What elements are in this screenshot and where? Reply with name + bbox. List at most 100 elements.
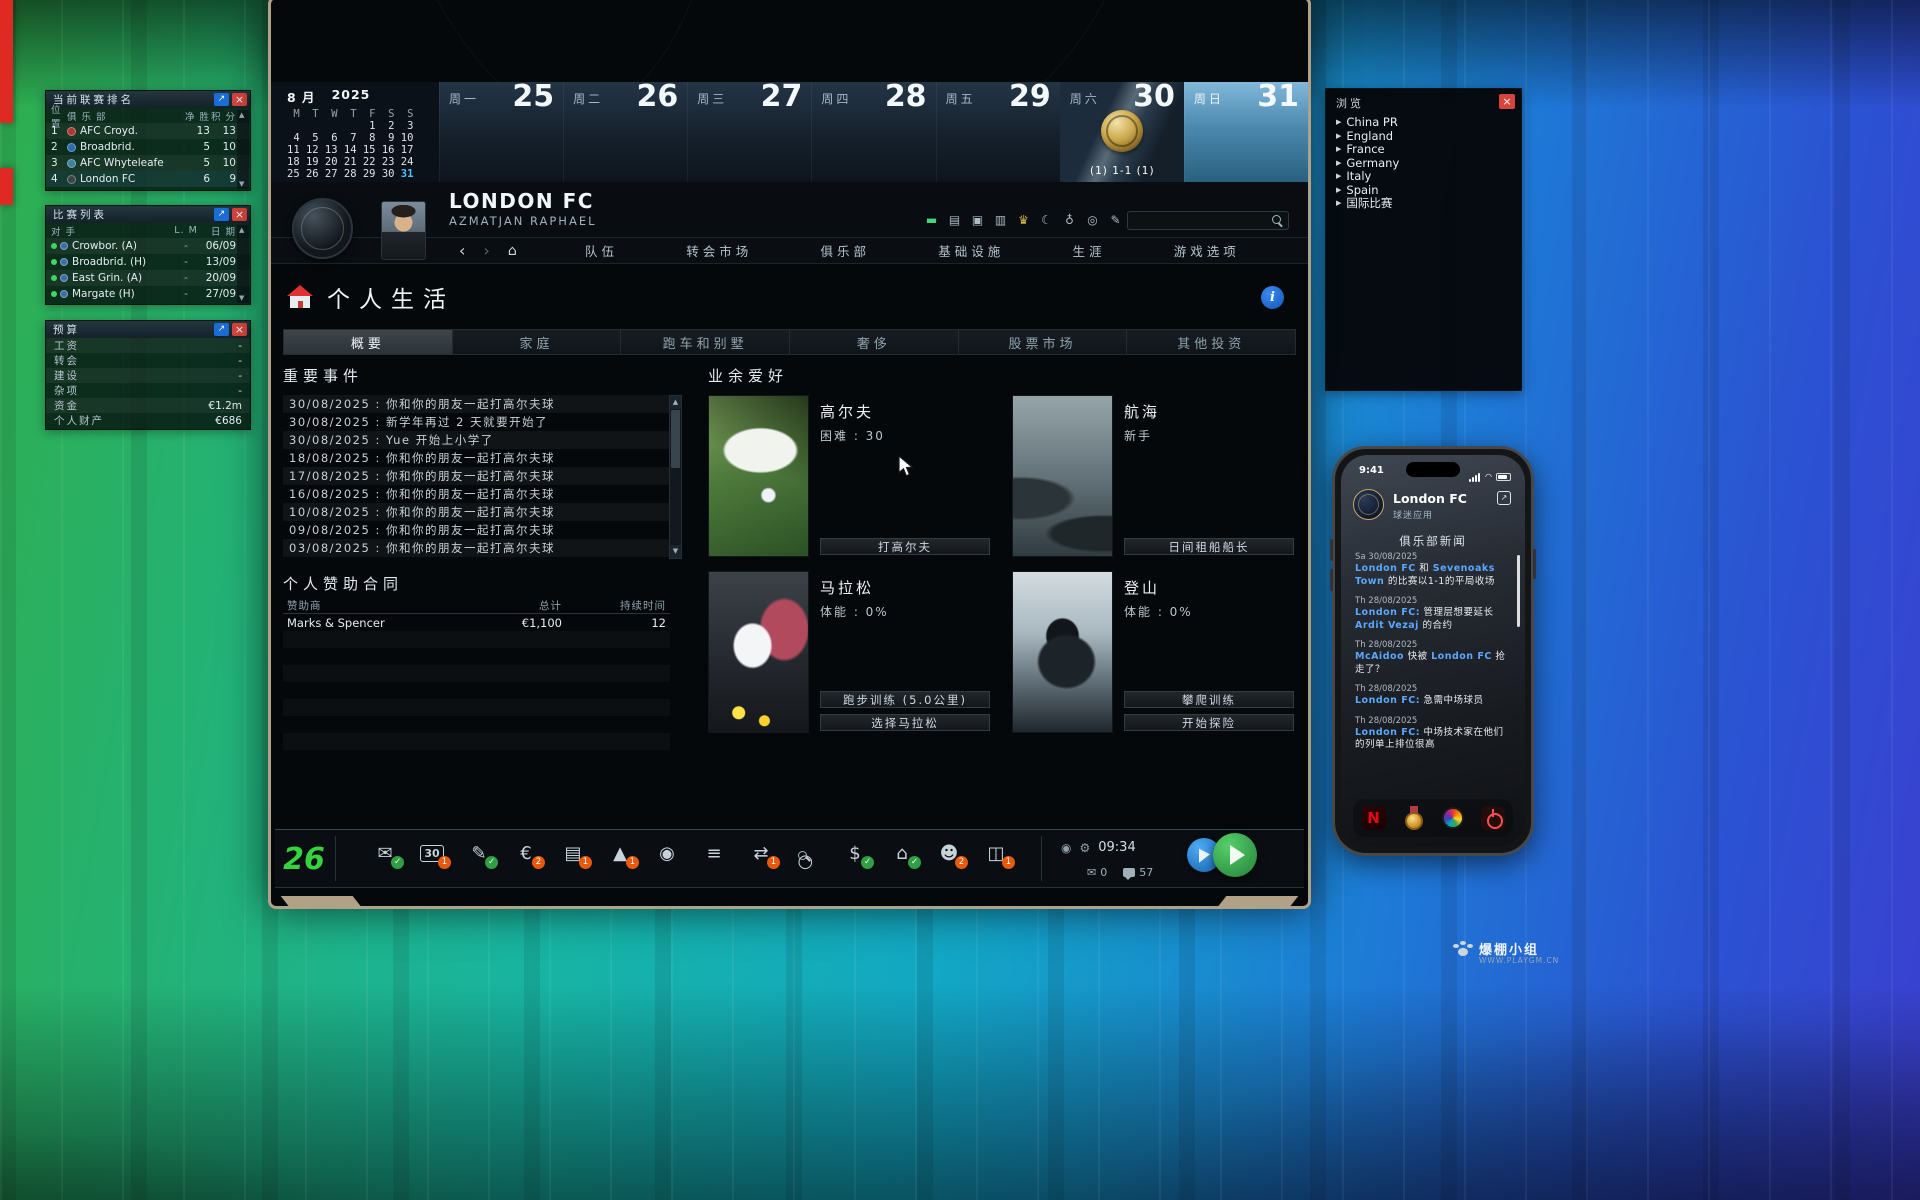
calendar-day-cell[interactable]: 周三 27	[687, 82, 811, 182]
finances-icon[interactable]: € 2	[512, 839, 540, 867]
lock-icon[interactable]: ◉	[1061, 841, 1071, 855]
trophy-icon[interactable]: ♛	[1015, 212, 1032, 229]
club-crest-icon[interactable]: ◉	[653, 839, 681, 867]
calendar-day-cell[interactable]: 周五 29	[936, 82, 1060, 182]
climb-training-button[interactable]: 攀爬训练	[1124, 691, 1294, 708]
calendar-week-row[interactable]: 11 12 13 14 15 16 17	[287, 144, 437, 156]
calendar-day-cell[interactable]: 周六 30 (1) 1-1 (1)	[1060, 82, 1184, 182]
news-icon[interactable]: ≡	[700, 839, 728, 867]
calendar-day-cell[interactable]: 周四 28	[811, 82, 935, 182]
event-row[interactable]: 30/08/2025 : 你和你的朋友一起打高尔夫球	[283, 395, 669, 413]
browse-item[interactable]: France	[1336, 143, 1513, 157]
calendar-day-cell[interactable]: 周日 31	[1184, 82, 1308, 182]
browse-item[interactable]: Italy	[1336, 170, 1513, 184]
popout-icon[interactable]	[214, 93, 229, 106]
news-item[interactable]: Sa 30/08/2025 London FC 和 Sevenoaks Town…	[1355, 552, 1507, 588]
world-icon[interactable]: ♁	[1061, 212, 1078, 229]
league-column-headers[interactable]: 位置 俱 乐 部 净 胜 积 分	[46, 108, 250, 123]
home-icon[interactable]: ⌂	[508, 244, 517, 258]
media-icon[interactable]: ▣	[969, 212, 986, 229]
event-row[interactable]: 09/08/2025 : 你和你的朋友一起打高尔夫球	[283, 521, 669, 539]
inbox-icon[interactable]: ✉ ✓	[371, 839, 399, 867]
info-button[interactable]: i	[1261, 286, 1284, 309]
close-icon[interactable]	[232, 208, 247, 221]
nav-item[interactable]: 队伍	[585, 241, 618, 260]
search-icon[interactable]	[1272, 215, 1283, 226]
transfers-icon[interactable]: ⇄ 1	[747, 839, 775, 867]
scroll-up-icon[interactable]: ▲	[670, 396, 681, 409]
nav-item[interactable]: 生涯	[1072, 241, 1105, 260]
stadium-icon[interactable]: ⌂ ✓	[888, 839, 916, 867]
forward-icon[interactable]: ›	[483, 243, 489, 259]
browse-item[interactable]: Spain	[1336, 184, 1513, 198]
event-row[interactable]: 10/08/2025 : 你和你的朋友一起打高尔夫球	[283, 503, 669, 521]
nav-item[interactable]: 游戏选项	[1174, 241, 1240, 260]
scrollbar[interactable]: ▲ ▼	[669, 395, 682, 559]
choose-marathon-button[interactable]: 选择马拉松	[820, 714, 990, 731]
browse-item[interactable]: 国际比赛	[1336, 197, 1513, 211]
fixture-row[interactable]: Margate (H) - 27/09	[46, 286, 250, 302]
back-icon[interactable]: ‹	[459, 243, 465, 259]
browse-item[interactable]: England	[1336, 130, 1513, 144]
nav-item[interactable]: 俱乐部	[820, 241, 870, 260]
calendar-day-cell[interactable]: 周二 26	[563, 82, 687, 182]
continue-button[interactable]	[1213, 833, 1257, 877]
calendar-week-row[interactable]: 1 2 3	[287, 120, 437, 132]
fixture-row[interactable]: Crowbor. (A) - 06/09	[46, 238, 250, 254]
training-icon[interactable]: ▲ 1	[606, 839, 634, 867]
sponsorship-column-headers[interactable]: 赞助商 总计 持续时间	[283, 597, 670, 614]
fixtures-column-headers[interactable]: 对 手 L. M 日 期	[46, 223, 250, 238]
tab[interactable]: 股票市场	[959, 329, 1128, 355]
league-row[interactable]: 1 AFC Croyd. 13 13	[46, 123, 250, 139]
calendar-week-row[interactable]: 4 5 6 7 8 9 10	[287, 132, 437, 144]
scouting-icon[interactable]: ▤ 1	[559, 839, 587, 867]
news-item[interactable]: Th 28/08/2025 London FC: 中场技术家在他们的列单上排位很…	[1355, 716, 1507, 752]
night-icon[interactable]: ☾	[1038, 212, 1055, 229]
run-training-button[interactable]: 跑步训练 (5.0公里)	[820, 691, 990, 708]
news-item[interactable]: Th 28/08/2025 McAidoo 快被 London FC 抢走了？	[1355, 640, 1507, 676]
cards-icon[interactable]: ▤	[946, 212, 963, 229]
popout-icon[interactable]	[214, 323, 229, 336]
day-skipper-button[interactable]: 日间租船船长	[1124, 538, 1294, 555]
start-expedition-button[interactable]: 开始探险	[1124, 714, 1294, 731]
calendar-week-row[interactable]: 18 19 20 21 22 23 24	[287, 156, 437, 168]
photos-app-icon[interactable]	[1442, 807, 1464, 829]
stats-icon[interactable]: ▥	[992, 212, 1009, 229]
browse-item[interactable]: China PR	[1336, 116, 1513, 130]
popout-icon[interactable]	[214, 208, 229, 221]
power-app-icon[interactable]	[1481, 806, 1505, 830]
medal-app-icon[interactable]	[1403, 806, 1425, 830]
calendar-week-row[interactable]: 25 26 27 28 29 30 31	[287, 168, 437, 180]
tab[interactable]: 家庭	[453, 329, 622, 355]
mail-count[interactable]: 0	[1087, 866, 1107, 879]
nav-item[interactable]: 转会市场	[686, 241, 752, 260]
fixture-row[interactable]: Broadbrid. (H) - 13/09	[46, 254, 250, 270]
close-icon[interactable]	[232, 323, 247, 336]
netflix-app-icon[interactable]: N	[1362, 806, 1386, 830]
league-row[interactable]: 2 Broadbrid. 5 10	[46, 139, 250, 155]
city-icon[interactable]: ◫ 1	[982, 839, 1010, 867]
event-row[interactable]: 18/08/2025 : 你和你的朋友一起打高尔夫球	[283, 449, 669, 467]
scrollbar[interactable]	[237, 225, 249, 303]
cash-icon[interactable]: ▬	[923, 212, 940, 229]
settings-gear-icon[interactable]: ⚙	[1079, 841, 1090, 855]
event-row[interactable]: 30/08/2025 : 新学年再过 2 天就要开始了	[283, 413, 669, 431]
fixture-row[interactable]: East Grin. (A) - 20/09	[46, 270, 250, 286]
close-icon[interactable]	[1499, 94, 1515, 109]
calendar-day-cell[interactable]: 周一 25	[439, 82, 563, 182]
tab[interactable]: 跑车和别墅	[621, 329, 790, 355]
scroll-down-icon[interactable]: ▼	[670, 545, 681, 558]
schedule-icon[interactable]: 30 1	[418, 839, 446, 867]
news-item[interactable]: Th 28/08/2025 London FC: 急需中场球员	[1355, 684, 1507, 708]
nav-item[interactable]: 基础设施	[938, 241, 1004, 260]
scouting-icon[interactable]: ◎	[1084, 212, 1101, 229]
tab[interactable]: 奢侈	[790, 329, 959, 355]
close-icon[interactable]	[232, 93, 247, 106]
browse-item[interactable]: Germany	[1336, 157, 1513, 171]
tab[interactable]: 其他投资	[1127, 329, 1296, 355]
phone-scrollbar[interactable]	[1517, 555, 1520, 627]
tab[interactable]: 概要	[283, 329, 453, 355]
search-icon[interactable]: ○	[794, 839, 822, 867]
event-row[interactable]: 16/08/2025 : 你和你的朋友一起打高尔夫球	[283, 485, 669, 503]
staff-icon[interactable]: ☻ 2	[935, 839, 963, 867]
